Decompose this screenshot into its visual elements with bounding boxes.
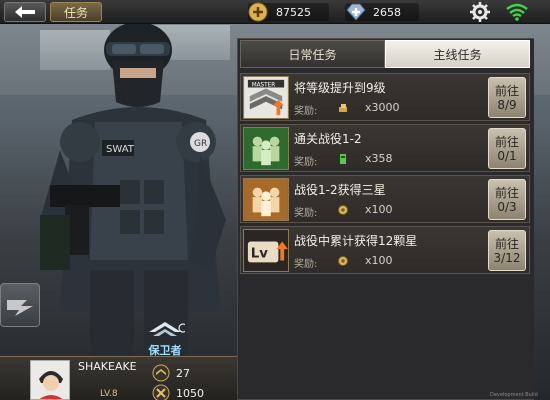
diamond-value: 2658: [373, 5, 401, 19]
level-up-icon: Lv: [243, 229, 289, 272]
go-label: 前往: [494, 83, 519, 98]
tab-main-tasks[interactable]: 主线任务: [385, 40, 530, 68]
squad-gold-icon: [243, 178, 289, 221]
guard-emblem-icon: [149, 322, 185, 336]
gold-currency: 87525: [248, 2, 329, 22]
task-title: 通关战役1-2: [294, 132, 362, 146]
rank-stat: 27: [152, 364, 190, 382]
reward-label: 奖励:: [294, 106, 318, 117]
reward-label: 奖励:: [294, 208, 318, 219]
go-label: 前往: [494, 134, 519, 149]
task-row: 战役1-2获得三星 奖励: x100 前往 0/3: [240, 175, 530, 223]
swat-soldier-character: SWAT GR: [40, 22, 226, 370]
task-title: 战役1-2获得三星: [294, 183, 386, 197]
diamond-add-icon[interactable]: [345, 2, 367, 22]
task-progress: 8/9: [497, 97, 517, 112]
medal-reward-icon: [338, 205, 348, 215]
guard-badge[interactable]: 保卫者: [135, 320, 195, 360]
rank-value: 27: [176, 366, 190, 380]
crossfire-logo-icon: [7, 300, 33, 316]
task-row: 通关战役1-2 奖励: x358 前往 0/1: [240, 124, 530, 172]
crossfire-menu-button[interactable]: [0, 283, 40, 327]
player-name: SHAKEAKE: [78, 360, 137, 373]
power-badge-icon: [152, 384, 170, 400]
task-progress: 3/12: [493, 250, 521, 265]
task-title: 将等级提升到9级: [294, 81, 386, 95]
master-rank-icon: MASTER: [243, 76, 289, 119]
medal-reward-icon: [338, 256, 348, 266]
reward-value: x100: [365, 203, 393, 216]
tab-daily-tasks[interactable]: 日常任务: [240, 40, 385, 68]
task-row: MASTER 将等级提升到9级 奖励: x3000 前往 8/9: [240, 73, 530, 121]
task-tabs: 日常任务 主线任务: [240, 40, 530, 68]
go-button[interactable]: 前往 8/9: [488, 77, 526, 118]
task-row: Lv 战役中累计获得12颗星 奖励: x100 前往 3/12: [240, 226, 530, 274]
avatar[interactable]: [30, 360, 70, 400]
player-level: LV.8: [100, 389, 118, 399]
reward-label: 奖励:: [294, 259, 318, 270]
gold-coin-add-icon[interactable]: [248, 2, 270, 22]
task-progress: 0/1: [497, 148, 517, 163]
reward-value: x3000: [365, 101, 400, 114]
avatar-portrait-icon: [31, 361, 69, 399]
task-title: 战役中累计获得12颗星: [294, 234, 418, 248]
go-button[interactable]: 前往 3/12: [488, 230, 526, 271]
wifi-icon: [506, 3, 528, 21]
dev-build-label: Development Build: [490, 392, 538, 398]
svg-text:SWAT: SWAT: [106, 144, 135, 155]
squad-green-icon: [243, 127, 289, 170]
rank-badge-icon: [152, 364, 170, 382]
back-button[interactable]: [4, 2, 46, 22]
gear-icon[interactable]: [470, 2, 490, 22]
go-button[interactable]: 前往 0/3: [488, 179, 526, 220]
gold-reward-icon: [339, 104, 347, 112]
go-button[interactable]: 前往 0/1: [488, 128, 526, 169]
svg-text:Lv: Lv: [251, 247, 268, 262]
power-value: 1050: [176, 386, 204, 400]
reward-value: x100: [365, 254, 393, 267]
back-arrow-icon: [15, 6, 35, 18]
reward-label: 奖励:: [294, 157, 318, 168]
svg-text:GR: GR: [194, 139, 207, 149]
exp-card-reward-icon: [340, 154, 346, 164]
power-stat: 1050: [152, 384, 204, 400]
go-label: 前往: [494, 185, 519, 200]
reward-value: x358: [365, 152, 393, 165]
task-progress: 0/3: [497, 199, 517, 214]
go-label: 前往: [494, 236, 519, 251]
gold-value: 87525: [276, 5, 311, 19]
diamond-currency: 2658: [345, 2, 419, 22]
svg-text:MASTER: MASTER: [252, 83, 276, 89]
tab-task[interactable]: 任务: [50, 2, 102, 22]
